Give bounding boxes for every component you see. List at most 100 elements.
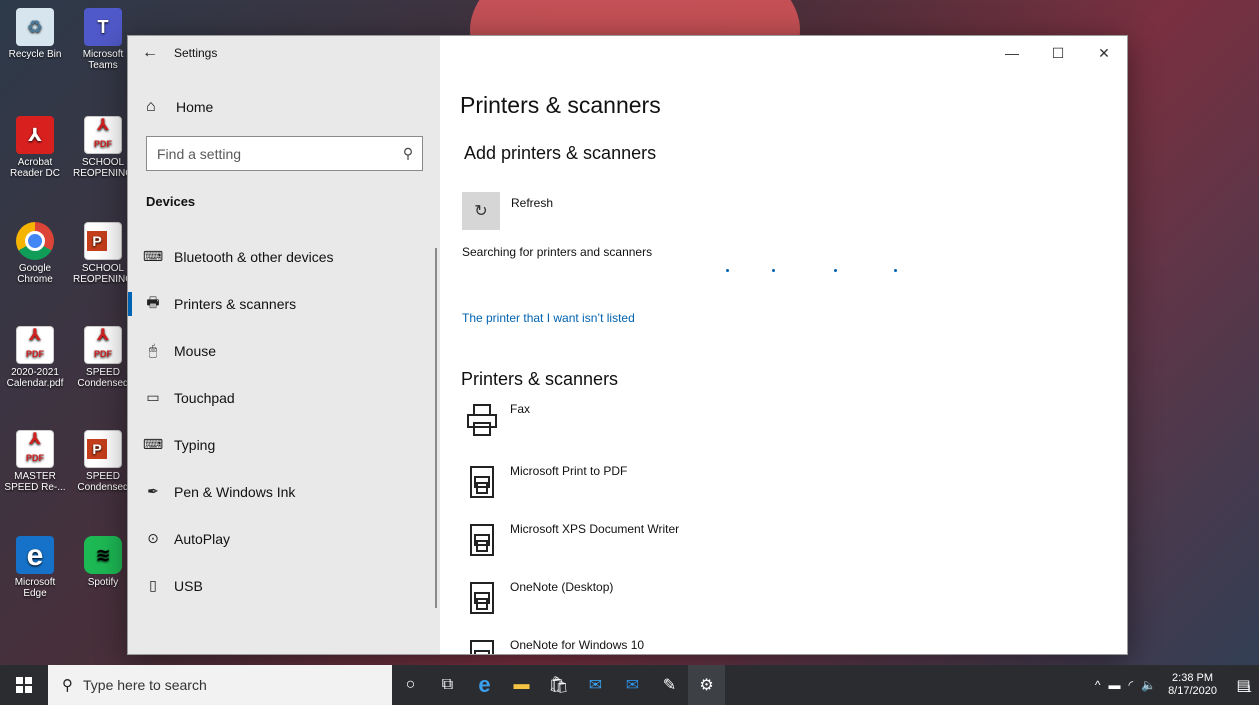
file-explorer-icon[interactable]: ▬ (503, 665, 540, 705)
start-button[interactable] (0, 665, 48, 705)
printer-not-listed-link[interactable]: The printer that I want isn’t listed (462, 311, 635, 325)
desktop-icon-speed-condensed-ppt[interactable]: SPEED Condensed (72, 430, 134, 493)
sidebar-scrollbar[interactable] (435, 248, 437, 608)
taskbar-search-placeholder: Type here to search (83, 677, 207, 693)
task-view-icon[interactable]: ⧉ (429, 665, 466, 705)
desktop-icon-speed-condensed-pdf[interactable]: PDF SPEED Condensed (72, 326, 134, 389)
pdf-file-icon: PDF (16, 430, 54, 468)
edge-taskbar-icon[interactable]: e (466, 665, 503, 705)
back-arrow-icon: ← (142, 44, 158, 61)
store-icon[interactable]: 🛍 (540, 665, 577, 705)
sidebar-item-autoplay[interactable]: ⊙ AutoPlay (128, 515, 440, 562)
sidebar-item-printers[interactable]: 🖶 Printers & scanners (128, 280, 440, 327)
clock-time: 2:38 PM (1172, 672, 1214, 684)
desktop-icon-school-reopening-pdf[interactable]: PDF SCHOOL REOPENING (72, 116, 134, 179)
desktop-icon-acrobat[interactable]: ⅄ Acrobat Reader DC (4, 116, 66, 179)
close-icon: ✕ (1098, 44, 1110, 61)
settings-sidebar: ← Settings ⌂ Home ⚲ Devices ⌨ Bluetooth … (128, 36, 440, 654)
find-setting-input[interactable] (157, 145, 394, 162)
sidebar-item-bluetooth[interactable]: ⌨ Bluetooth & other devices (128, 233, 440, 280)
document-printer-icon (462, 520, 502, 560)
chrome-icon (16, 222, 54, 260)
taskbar: ⚲ Type here to search ○ ⧉ e ▬ 🛍 ✉ ✉ ✎ ⚙ … (0, 665, 1259, 705)
battery-icon[interactable]: ▬ (1108, 678, 1120, 692)
taskbar-search-box[interactable]: ⚲ Type here to search (48, 665, 392, 705)
pdf-file-icon: PDF (84, 116, 122, 154)
keyboard-icon: ⌨ (142, 436, 164, 452)
desktop-icon-calendar-pdf[interactable]: PDF 2020-2021 Calendar.pdf (4, 326, 66, 389)
fax-icon (462, 400, 502, 440)
edge-icon: e (16, 536, 54, 574)
add-printers-heading: Add printers & scanners (464, 143, 657, 163)
sidebar-item-usb[interactable]: ▯ USB (128, 562, 440, 609)
sidebar-item-mouse[interactable]: 🖱 Mouse (128, 327, 440, 374)
back-button[interactable]: ← (128, 36, 172, 70)
printer-icon: 🖶 (146, 293, 160, 310)
pen-icon: ✒ (147, 483, 159, 499)
home-icon: ⌂ (146, 98, 156, 115)
minimize-icon: — (1005, 45, 1019, 61)
home-link[interactable]: ⌂ Home (146, 98, 213, 116)
notification-button[interactable]: ▤ 1 (1229, 665, 1259, 705)
refresh-icon: ↻ (474, 203, 488, 220)
desktop-icon-teams[interactable]: T Microsoft Teams (72, 8, 134, 71)
pdf-file-icon: PDF (16, 326, 54, 364)
search-icon[interactable]: ⚲ (394, 145, 422, 162)
spotify-icon: ≋ (84, 536, 122, 574)
acrobat-icon: ⅄ (16, 116, 54, 154)
progress-dot (894, 269, 897, 272)
cortana-icon[interactable]: ○ (392, 665, 429, 705)
devices-nav: ⌨ Bluetooth & other devices 🖶 Printers &… (128, 233, 440, 609)
page-title: Printers & scanners (460, 92, 661, 118)
minimize-button[interactable]: — (989, 36, 1035, 70)
touchpad-icon: ▭ (146, 389, 160, 405)
settings-content: — ☐ ✕ Printers & scanners Add printers &… (440, 36, 1127, 654)
wifi-icon[interactable]: ◜ (1128, 678, 1133, 692)
teams-icon: T (84, 8, 122, 46)
sidebar-item-touchpad[interactable]: ▭ Touchpad (128, 374, 440, 421)
recycle-bin-icon: ♻ (16, 8, 54, 46)
printer-item-fax[interactable]: Fax (462, 400, 530, 440)
autoplay-icon: ⊙ (147, 530, 159, 546)
document-printer-icon (462, 462, 502, 502)
volume-icon[interactable]: 🔈 (1141, 678, 1156, 692)
sidebar-item-typing[interactable]: ⌨ Typing (128, 421, 440, 468)
powerpoint-file-icon (84, 430, 122, 468)
printer-item-onenote-desktop[interactable]: OneNote (Desktop) (462, 578, 613, 618)
paint-icon[interactable]: ✎ (651, 665, 688, 705)
progress-dot (726, 269, 729, 272)
pdf-file-icon: PDF (84, 326, 122, 364)
close-button[interactable]: ✕ (1081, 36, 1127, 70)
mail-icon[interactable]: ✉ (577, 665, 614, 705)
maximize-button[interactable]: ☐ (1035, 36, 1081, 70)
title-bar[interactable]: ← Settings (128, 36, 440, 70)
printer-item-print-to-pdf[interactable]: Microsoft Print to PDF (462, 462, 627, 502)
chevron-up-icon[interactable]: ^ (1095, 678, 1101, 692)
desktop-icon-master-speed[interactable]: PDF MASTER SPEED Re-... (4, 430, 66, 493)
settings-window: ← Settings ⌂ Home ⚲ Devices ⌨ Bluetooth … (127, 35, 1128, 655)
home-label: Home (176, 99, 214, 115)
find-setting-box[interactable]: ⚲ (146, 136, 423, 171)
window-title: Settings (174, 46, 218, 60)
window-controls: — ☐ ✕ (989, 36, 1127, 70)
refresh-label[interactable]: Refresh (511, 196, 553, 210)
powerpoint-file-icon (84, 222, 122, 260)
printer-item-onenote-win10[interactable]: OneNote for Windows 10 (462, 636, 644, 654)
sidebar-item-pen[interactable]: ✒ Pen & Windows Ink (128, 468, 440, 515)
notification-count: 1 (1246, 684, 1252, 694)
usb-icon: ▯ (149, 577, 157, 593)
progress-dots (726, 269, 926, 275)
outlook-icon[interactable]: ✉ (614, 665, 651, 705)
searching-status: Searching for printers and scanners (462, 245, 653, 259)
clock[interactable]: 2:38 PM 8/17/2020 (1168, 672, 1217, 698)
taskbar-apps: ○ ⧉ e ▬ 🛍 ✉ ✉ ✎ ⚙ (392, 665, 725, 705)
desktop-icon-recycle-bin[interactable]: ♻ Recycle Bin (4, 8, 66, 60)
desktop-icon-edge[interactable]: e Microsoft Edge (4, 536, 66, 599)
refresh-button[interactable]: ↻ (462, 192, 500, 230)
desktop-icon-school-reopening-ppt[interactable]: SCHOOL REOPENING (72, 222, 134, 285)
printer-item-xps-writer[interactable]: Microsoft XPS Document Writer (462, 520, 679, 560)
settings-taskbar-icon[interactable]: ⚙ (688, 665, 725, 705)
desktop-icon-spotify[interactable]: ≋ Spotify (72, 536, 134, 588)
desktop-icon-chrome[interactable]: Google Chrome (4, 222, 66, 285)
search-icon: ⚲ (62, 677, 73, 694)
